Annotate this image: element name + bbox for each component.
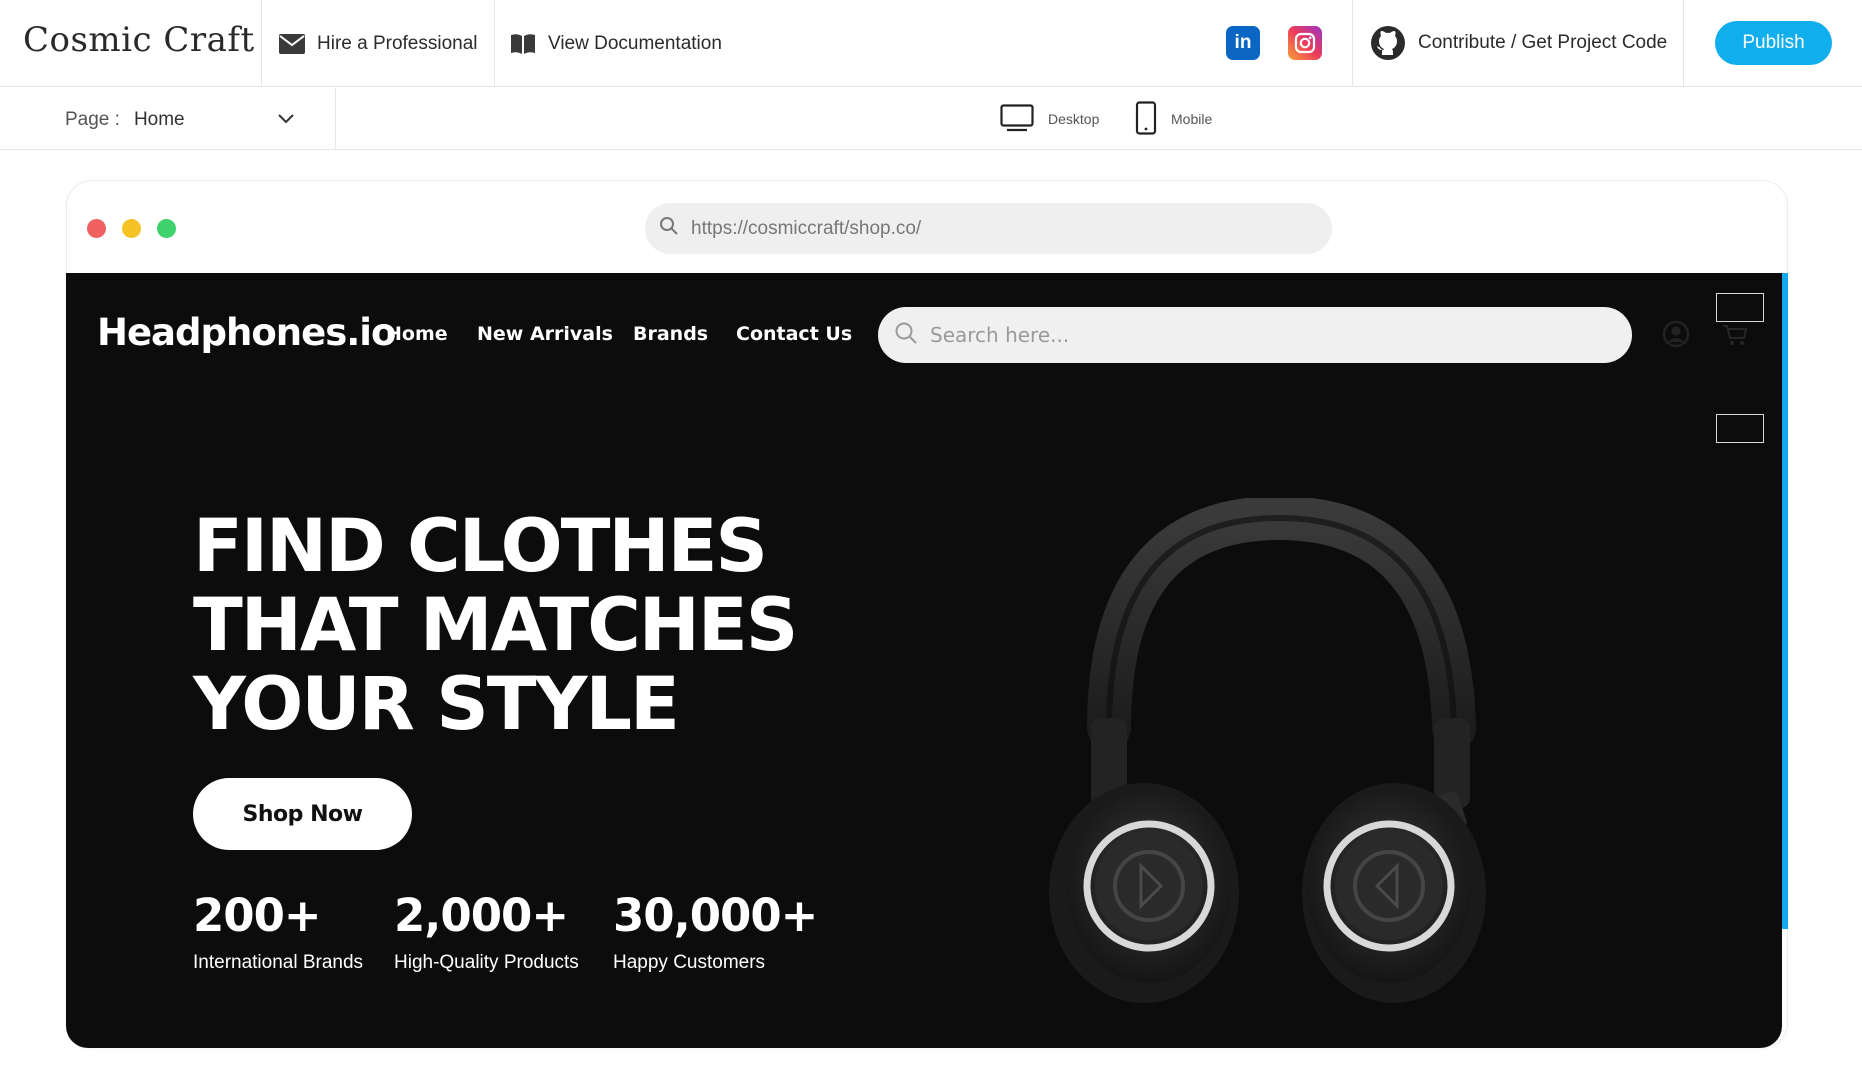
placeholder-box bbox=[1716, 414, 1764, 443]
book-icon bbox=[510, 33, 536, 55]
hire-professional-label: Hire a Professional bbox=[317, 33, 478, 54]
top-toolbar: Cosmic Craft Hire a Professional View Do… bbox=[0, 0, 1862, 87]
toolbar-divider bbox=[335, 88, 336, 150]
stat-brands: 200+ International Brands bbox=[193, 890, 363, 974]
nav-brands[interactable]: Brands bbox=[633, 323, 708, 345]
minimize-window-dot bbox=[122, 219, 141, 238]
nav-new-arrivals[interactable]: New Arrivals bbox=[477, 323, 613, 345]
desktop-view-label: Desktop bbox=[1048, 111, 1100, 127]
stat-label: Happy Customers bbox=[613, 952, 766, 973]
stat-customers: 30,000+ Happy Customers bbox=[613, 889, 818, 974]
toolbar-divider bbox=[494, 0, 495, 87]
site-logo[interactable]: Headphones.io bbox=[97, 311, 396, 354]
placeholder-box bbox=[1716, 293, 1764, 322]
toolbar-divider bbox=[1683, 0, 1684, 87]
instagram-icon[interactable] bbox=[1288, 26, 1322, 60]
contribute-link[interactable]: Contribute / Get Project Code bbox=[1370, 25, 1667, 61]
desktop-view-toggle[interactable]: Desktop bbox=[1000, 101, 1099, 137]
hero-line: THAT MATCHES bbox=[193, 583, 798, 668]
hero-title: FIND CLOTHES THAT MATCHES YOUR STYLE bbox=[193, 504, 798, 747]
cart-icon[interactable] bbox=[1722, 324, 1748, 351]
stat-value: 2,000+ bbox=[394, 889, 569, 942]
page-selector-value: Home bbox=[133, 109, 185, 130]
address-url: https://cosmiccraft/shop.co/ bbox=[691, 217, 922, 239]
site-search-input[interactable] bbox=[930, 323, 1610, 347]
github-icon bbox=[1370, 25, 1406, 61]
search-icon bbox=[659, 216, 679, 242]
linkedin-text: in bbox=[1234, 32, 1252, 53]
search-icon bbox=[894, 321, 918, 350]
hero-line: YOUR STYLE bbox=[193, 662, 680, 747]
hero-line: FIND CLOTHES bbox=[193, 504, 768, 589]
chevron-down-icon bbox=[277, 110, 295, 134]
toolbar-divider bbox=[1352, 0, 1353, 87]
shop-now-button[interactable]: Shop Now bbox=[193, 778, 412, 850]
nav-home[interactable]: Home bbox=[386, 323, 448, 345]
scrollbar[interactable] bbox=[1782, 273, 1788, 929]
close-window-dot bbox=[87, 219, 106, 238]
page-selector-label: Page : bbox=[65, 109, 120, 130]
app-logo: Cosmic Craft bbox=[23, 20, 255, 60]
stat-value: 200+ bbox=[193, 889, 322, 942]
page-selector[interactable]: Page : Home bbox=[65, 106, 295, 134]
view-documentation-label: View Documentation bbox=[548, 33, 722, 54]
address-bar[interactable]: https://cosmiccraft/shop.co/ bbox=[645, 203, 1332, 254]
linkedin-icon[interactable]: in bbox=[1226, 26, 1260, 60]
stat-label: International Brands bbox=[193, 952, 364, 973]
monitor-icon bbox=[1000, 103, 1034, 135]
phone-icon bbox=[1135, 100, 1157, 138]
page-toolbar: Page : Home Desktop Mobile bbox=[0, 88, 1862, 150]
maximize-window-dot bbox=[157, 219, 176, 238]
stat-products: 2,000+ High-Quality Products bbox=[394, 890, 579, 974]
headphones-product-image bbox=[1049, 495, 1519, 1023]
stat-label: High-Quality Products bbox=[394, 952, 579, 973]
nav-contact-us[interactable]: Contact Us bbox=[736, 323, 852, 345]
envelope-icon bbox=[279, 34, 305, 54]
user-account-icon[interactable] bbox=[1662, 320, 1690, 353]
site-search-bar bbox=[878, 307, 1632, 363]
contribute-label: Contribute / Get Project Code bbox=[1418, 32, 1668, 53]
mobile-view-toggle[interactable]: Mobile bbox=[1135, 100, 1213, 138]
website-canvas: Headphones.io Home New Arrivals Brands C… bbox=[66, 273, 1782, 1048]
hire-professional-link[interactable]: Hire a Professional bbox=[279, 30, 478, 58]
mobile-view-label: Mobile bbox=[1171, 111, 1213, 127]
toolbar-divider bbox=[261, 0, 262, 87]
publish-button[interactable]: Publish bbox=[1715, 21, 1832, 65]
view-documentation-link[interactable]: View Documentation bbox=[510, 30, 722, 58]
stat-value: 30,000+ bbox=[613, 889, 818, 942]
